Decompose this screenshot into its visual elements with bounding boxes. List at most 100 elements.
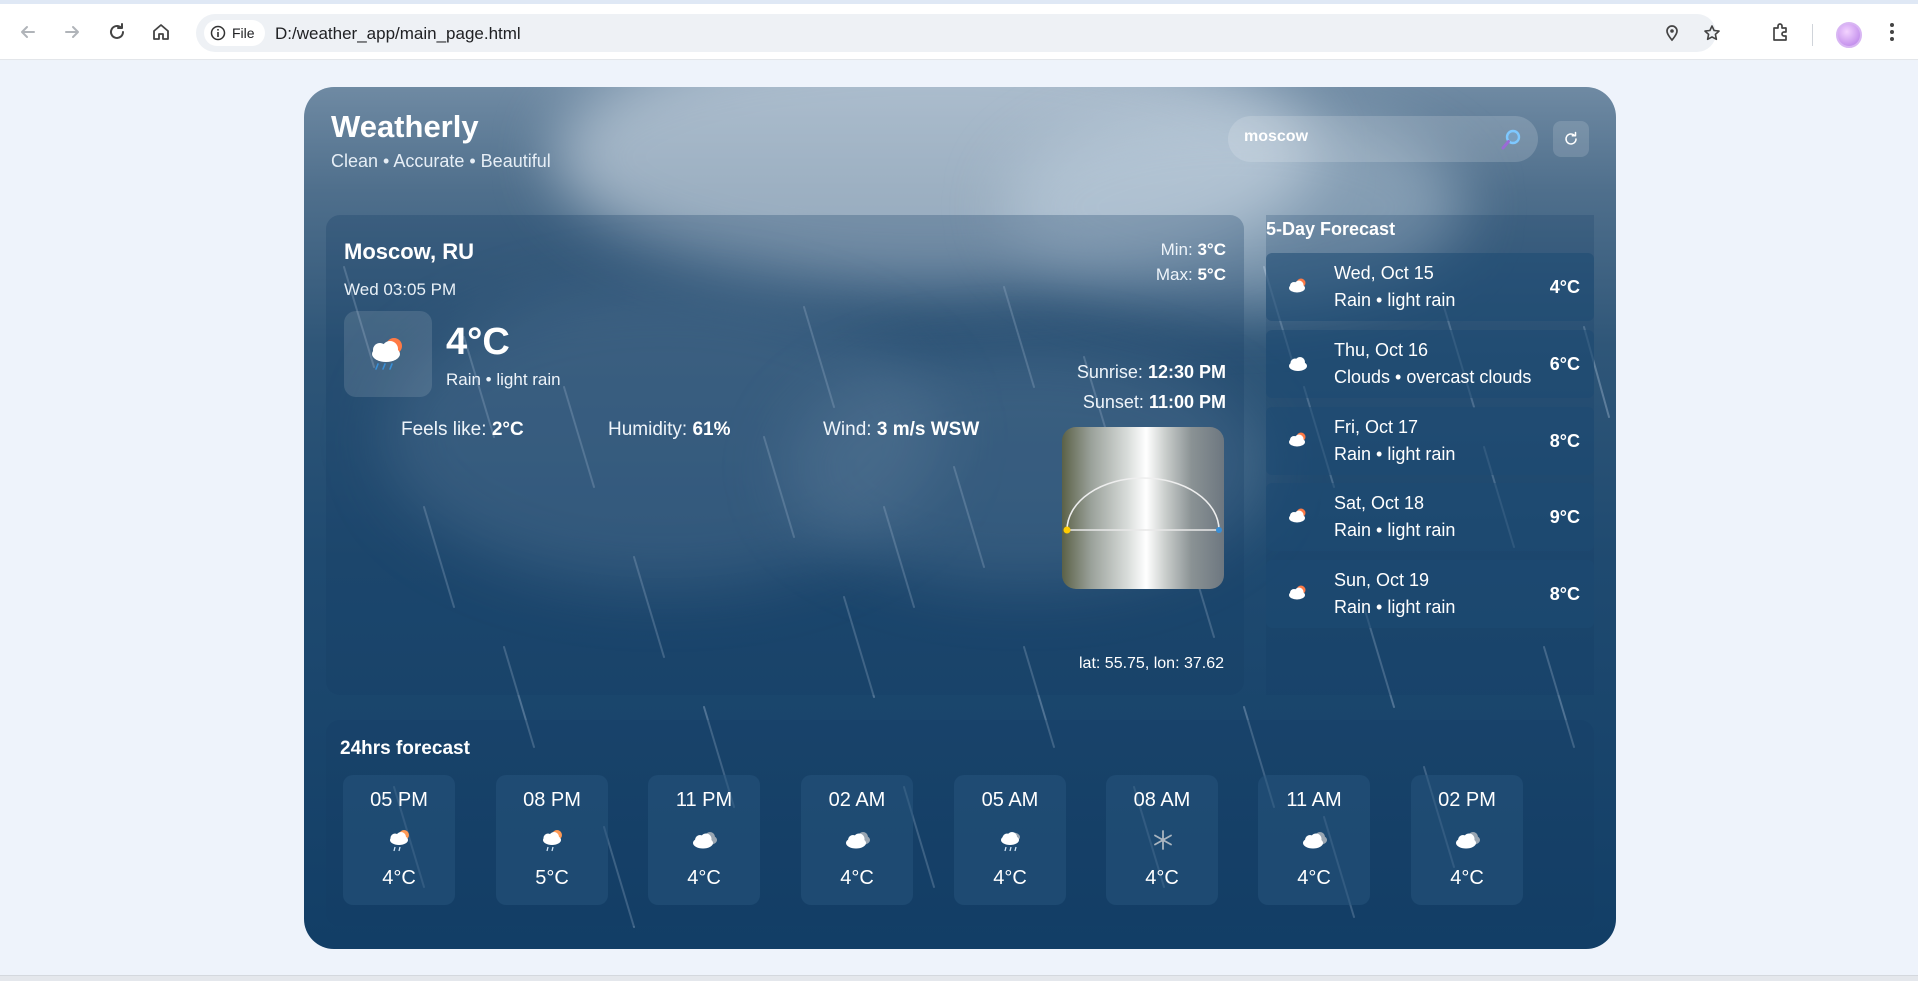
forecast-date: Sun, Oct 19 [1334, 570, 1430, 590]
rain-sun-icon [543, 830, 562, 852]
forecast-date: Fri, Oct 17 [1334, 417, 1419, 437]
rain-sun-icon [1289, 432, 1306, 447]
max-temp-value: 5°C [1197, 265, 1226, 284]
wind-label: Wind: [823, 419, 872, 440]
hourly-item[interactable]: 02 AM 4°C [801, 775, 913, 905]
address-bar[interactable]: File D:/weather_app/main_page.html [196, 14, 1720, 52]
menu-dots-icon[interactable] [1878, 18, 1906, 46]
min-temp-value: 3°C [1197, 240, 1226, 259]
home-icon[interactable] [147, 18, 175, 46]
sun-times: Sunrise: 12:30 PM Sunset: 11:00 PM [1077, 357, 1226, 417]
hourly-time: 05 AM [981, 789, 1039, 811]
hourly-temp: 4°C [1297, 867, 1331, 889]
weather-app-card: Weatherly Clean • Accurate • Beautiful M… [304, 87, 1616, 949]
min-max-temps: Min: 3°C Max: 5°C [1156, 237, 1226, 287]
hourly-time: 02 AM [828, 789, 886, 811]
forecast-temp: 6°C [1549, 354, 1580, 374]
search-icon[interactable] [1499, 128, 1523, 152]
hourly-temp: 4°C [382, 867, 416, 889]
forecast-day-row[interactable]: Fri, Oct 17 Rain • light rain 8°C [1266, 407, 1594, 475]
profile-avatar[interactable] [1836, 22, 1862, 48]
humidity-label: Humidity: [608, 419, 688, 440]
hourly-time: 11 PM [675, 789, 733, 811]
location-pin-icon[interactable] [1662, 23, 1682, 43]
forecast-desc: Clouds • overcast clouds [1334, 367, 1532, 387]
forecast-day-row[interactable]: Sat, Oct 18 Rain • light rain 9°C [1266, 483, 1594, 551]
sunset-dot [1216, 527, 1222, 533]
forecast-day-row[interactable]: Wed, Oct 15 Rain • light rain 4°C [1266, 253, 1594, 321]
humidity-value: 61% [692, 419, 731, 440]
forward-icon[interactable] [58, 18, 86, 46]
forecast-temp: 4°C [1549, 277, 1580, 297]
url-text[interactable]: D:/weather_app/main_page.html [275, 24, 521, 44]
hourly-time: 08 AM [1133, 789, 1191, 811]
sunrise-value: 12:30 PM [1147, 362, 1226, 382]
forecast-date: Sat, Oct 18 [1334, 493, 1425, 513]
clouds-icon [693, 832, 717, 849]
five-day-title: 5-Day Forecast [1266, 219, 1396, 239]
hourly-temp: 5°C [535, 867, 569, 889]
sunset-label: Sunset: [1082, 392, 1144, 412]
hourly-time: 02 PM [1438, 789, 1496, 811]
sunrise-row: Sunrise: 12:30 PM [1077, 357, 1226, 387]
cloud-icon [1289, 357, 1307, 371]
coordinates: lat: 55.75, lon: 37.62 [1079, 655, 1224, 672]
forecast-desc: Rain • light rain [1334, 444, 1456, 464]
max-temp-row: Max: 5°C [1156, 262, 1226, 287]
current-description: Rain • light rain [446, 370, 561, 389]
reload-icon[interactable] [103, 18, 131, 46]
hourly-time: 11 AM [1286, 789, 1342, 811]
rain-sun-icon [1289, 278, 1306, 293]
sun-arc-visual [1062, 427, 1224, 589]
rain-sun-icon [372, 338, 402, 370]
hourly-item[interactable]: 05 AM 4°C [954, 775, 1066, 905]
hourly-item[interactable]: 08 PM 5°C [496, 775, 608, 905]
forecast-desc: Rain • light rain [1334, 290, 1456, 310]
clouds-icon [846, 832, 870, 849]
hourly-temp: 4°C [1145, 867, 1179, 889]
sunrise-dot [1063, 526, 1071, 534]
forecast-temp: 9°C [1549, 507, 1580, 527]
hourly-time: 08 PM [523, 789, 581, 811]
rain-sun-icon [1289, 585, 1306, 600]
hourly-item[interactable]: 08 AM 4°C [1106, 775, 1218, 905]
hourly-item[interactable]: 05 PM 4°C [343, 775, 455, 905]
search-input[interactable] [1244, 128, 1484, 146]
refresh-icon [1565, 131, 1577, 145]
forecast-day-row[interactable]: Thu, Oct 16 Clouds • overcast clouds 6°C [1266, 330, 1594, 398]
sunset-value: 11:00 PM [1148, 392, 1226, 412]
min-temp-row: Min: 3°C [1156, 237, 1226, 262]
forecast-desc: Rain • light rain [1334, 597, 1456, 617]
current-datetime: Wed 03:05 PM [344, 280, 457, 299]
five-day-forecast: 5-Day Forecast Wed, Oct 15 Rain • light … [1266, 215, 1594, 695]
hourly-item[interactable]: 11 AM 4°C [1258, 775, 1370, 905]
sunset-row: Sunset: 11:00 PM [1077, 387, 1226, 417]
brand-title: Weatherly [331, 109, 479, 144]
brand-tagline: Clean • Accurate • Beautiful [331, 151, 551, 171]
forecast-desc: Rain • light rain [1334, 520, 1456, 540]
refresh-button[interactable] [1553, 121, 1589, 157]
hourly-item[interactable]: 11 PM 4°C [648, 775, 760, 905]
bookmark-star-icon[interactable] [1702, 23, 1722, 43]
info-icon [210, 25, 226, 41]
current-temperature: 4°C [446, 321, 510, 363]
site-info-label: File [232, 25, 255, 41]
hourly-item[interactable]: 02 PM 4°C [1411, 775, 1523, 905]
forecast-day-row[interactable]: Sun, Oct 19 Rain • light rain 8°C [1266, 560, 1594, 628]
sunrise-label: Sunrise: [1076, 362, 1143, 382]
min-temp-label: Min: [1160, 240, 1193, 259]
clouds-icon [1303, 832, 1327, 849]
feels-like-value: 2°C [491, 419, 524, 440]
site-info-chip[interactable]: File [204, 20, 265, 46]
hourly-temp: 4°C [993, 867, 1027, 889]
back-icon[interactable] [14, 18, 42, 46]
feels-like-stat: Feels like: 2°C [401, 419, 524, 441]
snowflake-icon [1154, 830, 1172, 850]
hourly-temp: 4°C [840, 867, 874, 889]
extensions-icon[interactable] [1767, 18, 1795, 46]
toolbar-divider [1812, 24, 1813, 46]
forecast-date: Wed, Oct 15 [1334, 263, 1434, 283]
forecast-date: Thu, Oct 16 [1334, 340, 1429, 360]
rain-sun-icon [1289, 508, 1306, 523]
current-weather-panel: Moscow, RU Wed 03:05 PM 4°C Rain • light… [326, 215, 1244, 695]
